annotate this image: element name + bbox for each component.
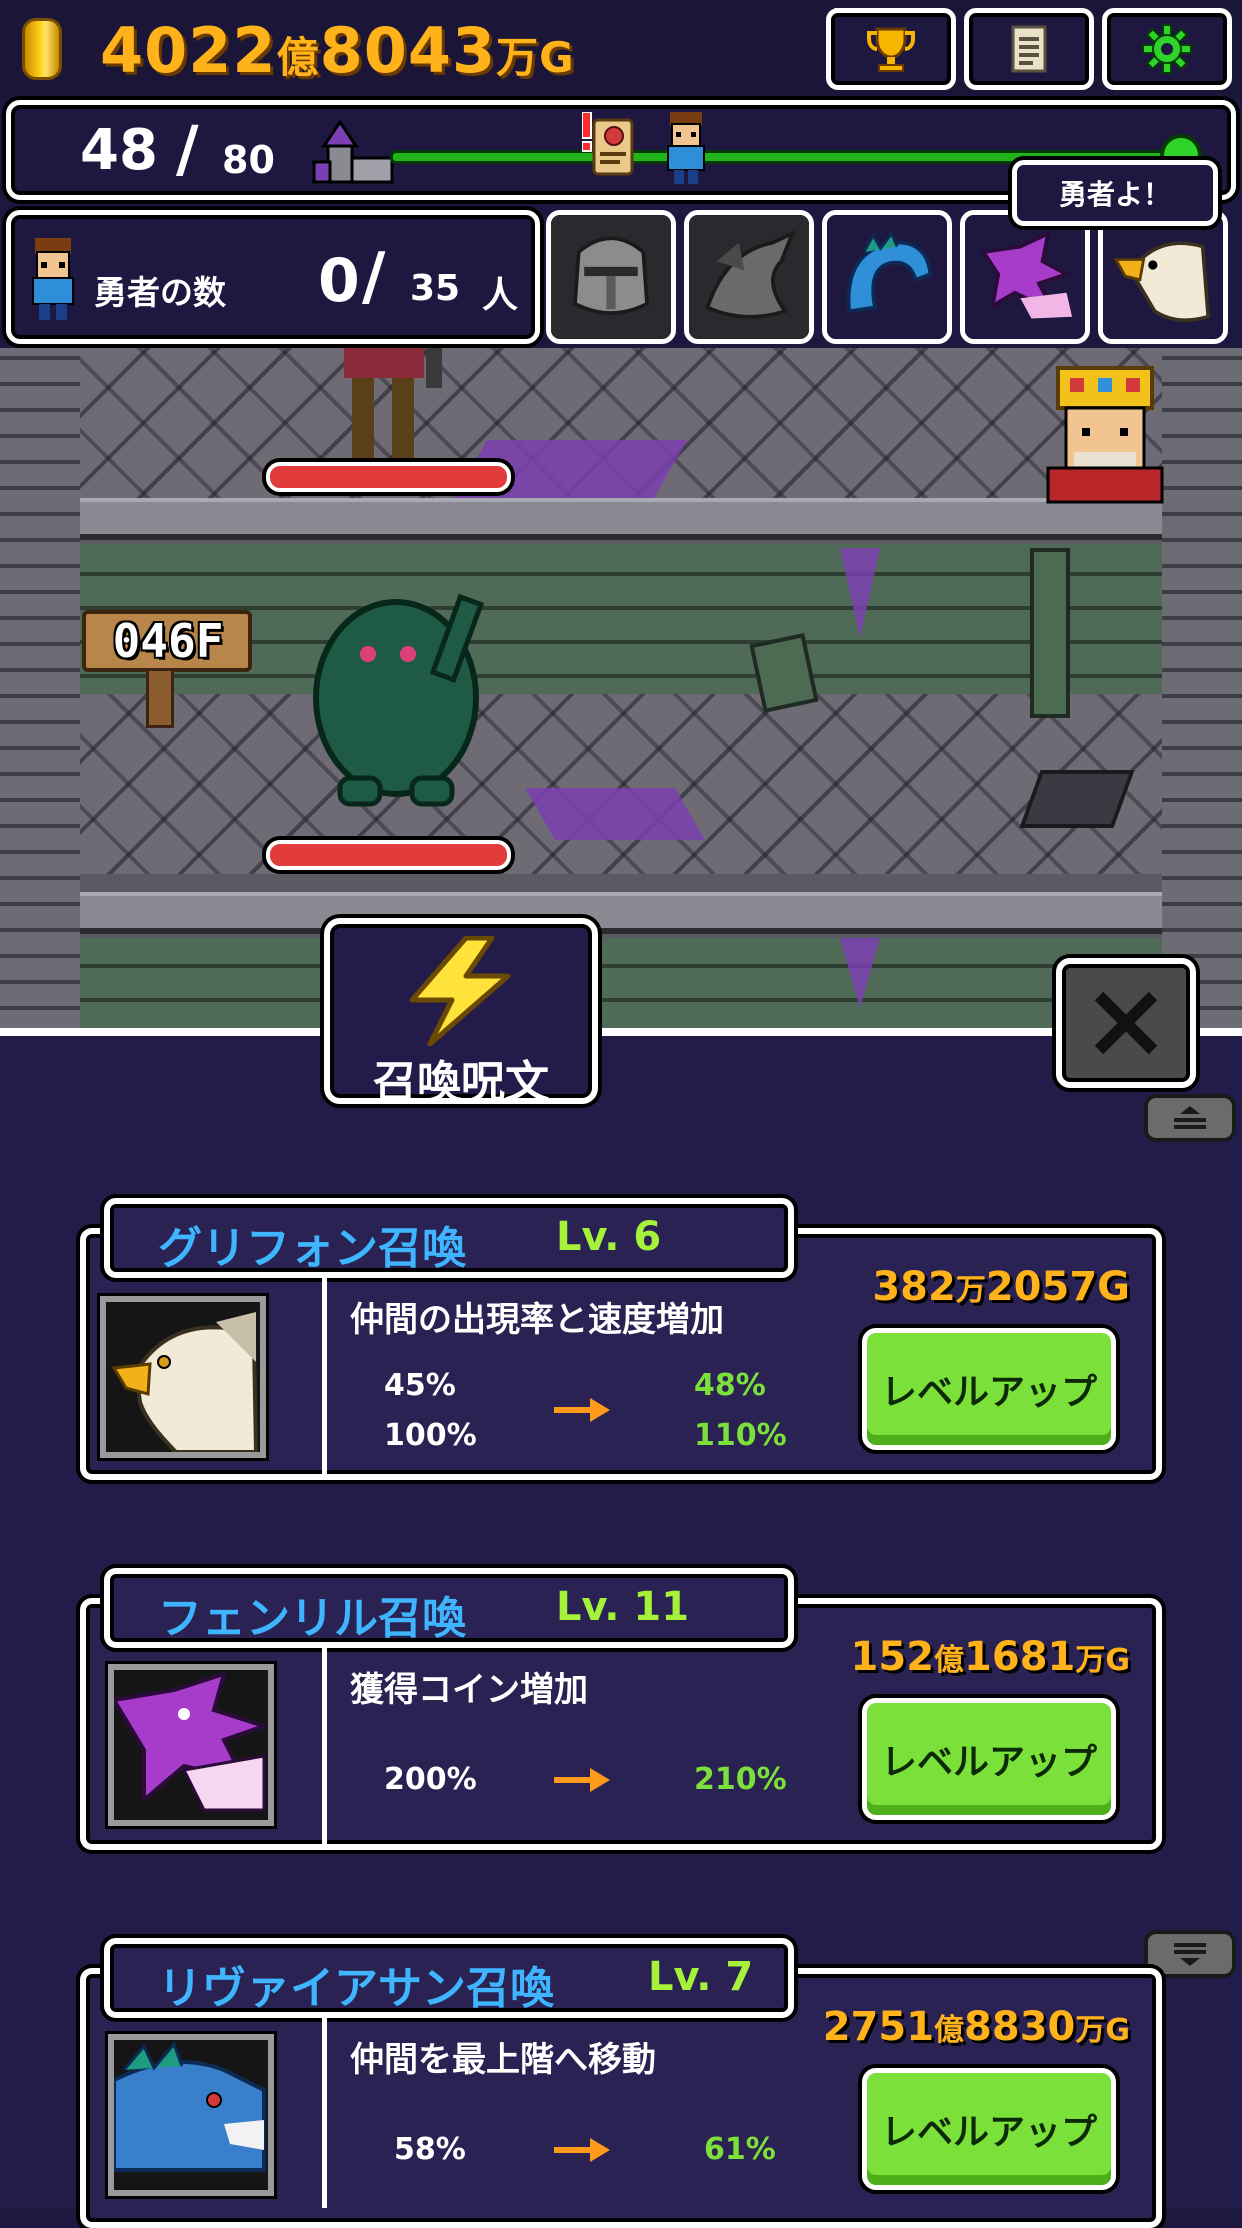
- summon-description: 仲間の出現率と速度増加: [350, 1300, 724, 1340]
- castle-icon: [312, 119, 394, 184]
- griffon-icon: [106, 1302, 260, 1454]
- max-floor-count: 80: [222, 138, 275, 182]
- summon-slot-knight[interactable]: [546, 210, 676, 344]
- level-up-button[interactable]: レベルアップ: [862, 1328, 1116, 1450]
- level-up-button[interactable]: レベルアップ: [862, 2068, 1116, 2190]
- stat-next: 48%: [694, 1368, 766, 1403]
- leviathan-icon: [112, 2040, 268, 2190]
- griffon-icon: [1103, 215, 1223, 339]
- hero-position-marker: [667, 112, 705, 184]
- stat-current: 100%: [384, 1418, 477, 1453]
- green-slime-monster: [313, 593, 485, 807]
- purple-goo: [524, 788, 706, 840]
- summon-level: Lv. 11: [556, 1584, 690, 1630]
- level-up-button[interactable]: レベルアップ: [862, 1698, 1116, 1820]
- knight-icon: [551, 215, 671, 339]
- close-button[interactable]: [1056, 958, 1196, 1088]
- floor-ledge: [80, 498, 1162, 540]
- arrow-right-icon: [554, 1768, 610, 1792]
- hero-count-label: 勇者の数: [94, 273, 226, 312]
- hero-count-unit: 人: [482, 275, 519, 316]
- card-divider: [322, 1278, 327, 1474]
- gear-icon: [1142, 24, 1192, 74]
- upper-enemy: [344, 348, 442, 464]
- chevron-down-icon: [1174, 1943, 1206, 1966]
- summon-name: グリフォン召喚: [158, 1223, 466, 1274]
- achievements-button[interactable]: [826, 8, 956, 90]
- level-up-cost: 382万2057G: [872, 1264, 1130, 1310]
- stat-current: 45%: [384, 1368, 456, 1403]
- quest-scroll-icon: [582, 112, 634, 176]
- right-tower-wall: [1162, 348, 1242, 1032]
- trophy-icon: [867, 27, 915, 72]
- dungeon-scene: 046F: [0, 348, 1242, 1032]
- summon-description: 獲得コイン増加: [350, 1670, 588, 1710]
- fenrir-icon: [110, 1670, 271, 1820]
- gold-total: 4022億8043万G: [100, 14, 575, 87]
- level-up-cost: 2751億8830万G: [822, 2004, 1130, 2050]
- middle-floor-tiles: [80, 694, 1162, 874]
- coin-icon: [22, 18, 62, 80]
- stat-next: 210%: [694, 1762, 787, 1797]
- stat-next: 110%: [694, 1418, 787, 1453]
- stat-current: 200%: [384, 1762, 477, 1797]
- summon-slot-fenrir[interactable]: [960, 210, 1090, 344]
- summon-name: フェンリル召喚: [158, 1593, 466, 1644]
- summon-slot-leviathan[interactable]: [822, 210, 952, 344]
- summon-spell-tab-label: 召喚呪文: [373, 1057, 549, 1108]
- summon-slot-dragon[interactable]: [684, 210, 814, 344]
- log-button[interactable]: [964, 8, 1094, 90]
- floor-ledge: [80, 892, 1162, 934]
- fenrir-portrait: [108, 1664, 274, 1826]
- summon-description: 仲間を最上階へ移動: [350, 2040, 656, 2080]
- king-portrait: [1046, 366, 1164, 504]
- card-divider: [322, 1648, 327, 1844]
- brick-wall: [80, 938, 1162, 1032]
- leviathan-portrait: [108, 2034, 274, 2196]
- hero-count-max: 35: [410, 268, 461, 309]
- dragon-icon: [689, 215, 809, 339]
- arrow-right-icon: [554, 1398, 610, 1422]
- stat-next: 61%: [704, 2132, 776, 2167]
- scroll-up-button[interactable]: [1144, 1094, 1236, 1142]
- summon-level: Lv. 6: [556, 1214, 662, 1260]
- progress-slash: /: [176, 112, 199, 185]
- king-speech-bubble: 勇者よ！: [1012, 160, 1218, 226]
- enemy-hp-bar: [266, 840, 511, 870]
- summon-level: Lv. 7: [648, 1954, 754, 2000]
- griffon-portrait: [100, 1296, 266, 1458]
- hero-count-slash: /: [362, 240, 386, 314]
- close-icon: [1094, 991, 1158, 1055]
- left-tower-wall: [0, 348, 80, 1032]
- sign-post: [146, 668, 174, 728]
- hero-icon: [32, 238, 74, 320]
- summon-slot-griffon[interactable]: [1098, 210, 1228, 344]
- summon-name: リヴァイアサン召喚: [158, 1963, 554, 2014]
- stone-pillar: [1030, 548, 1070, 718]
- stat-current: 58%: [394, 2132, 466, 2167]
- hero-count-current: 0: [318, 246, 360, 316]
- leviathan-icon: [827, 215, 947, 339]
- enemy-hp-bar: [266, 462, 511, 492]
- settings-button[interactable]: [1102, 8, 1232, 90]
- arrow-right-icon: [554, 2138, 610, 2162]
- current-floor-count: 48: [80, 118, 158, 183]
- card-divider: [322, 2018, 327, 2208]
- floor-number: 046F: [112, 614, 224, 668]
- fenrir-icon: [965, 215, 1085, 339]
- chevron-up-icon: [1174, 1106, 1206, 1129]
- level-up-cost: 152億1681万G: [850, 1634, 1130, 1680]
- document-icon: [1011, 25, 1047, 73]
- lightning-icon: [409, 936, 511, 1046]
